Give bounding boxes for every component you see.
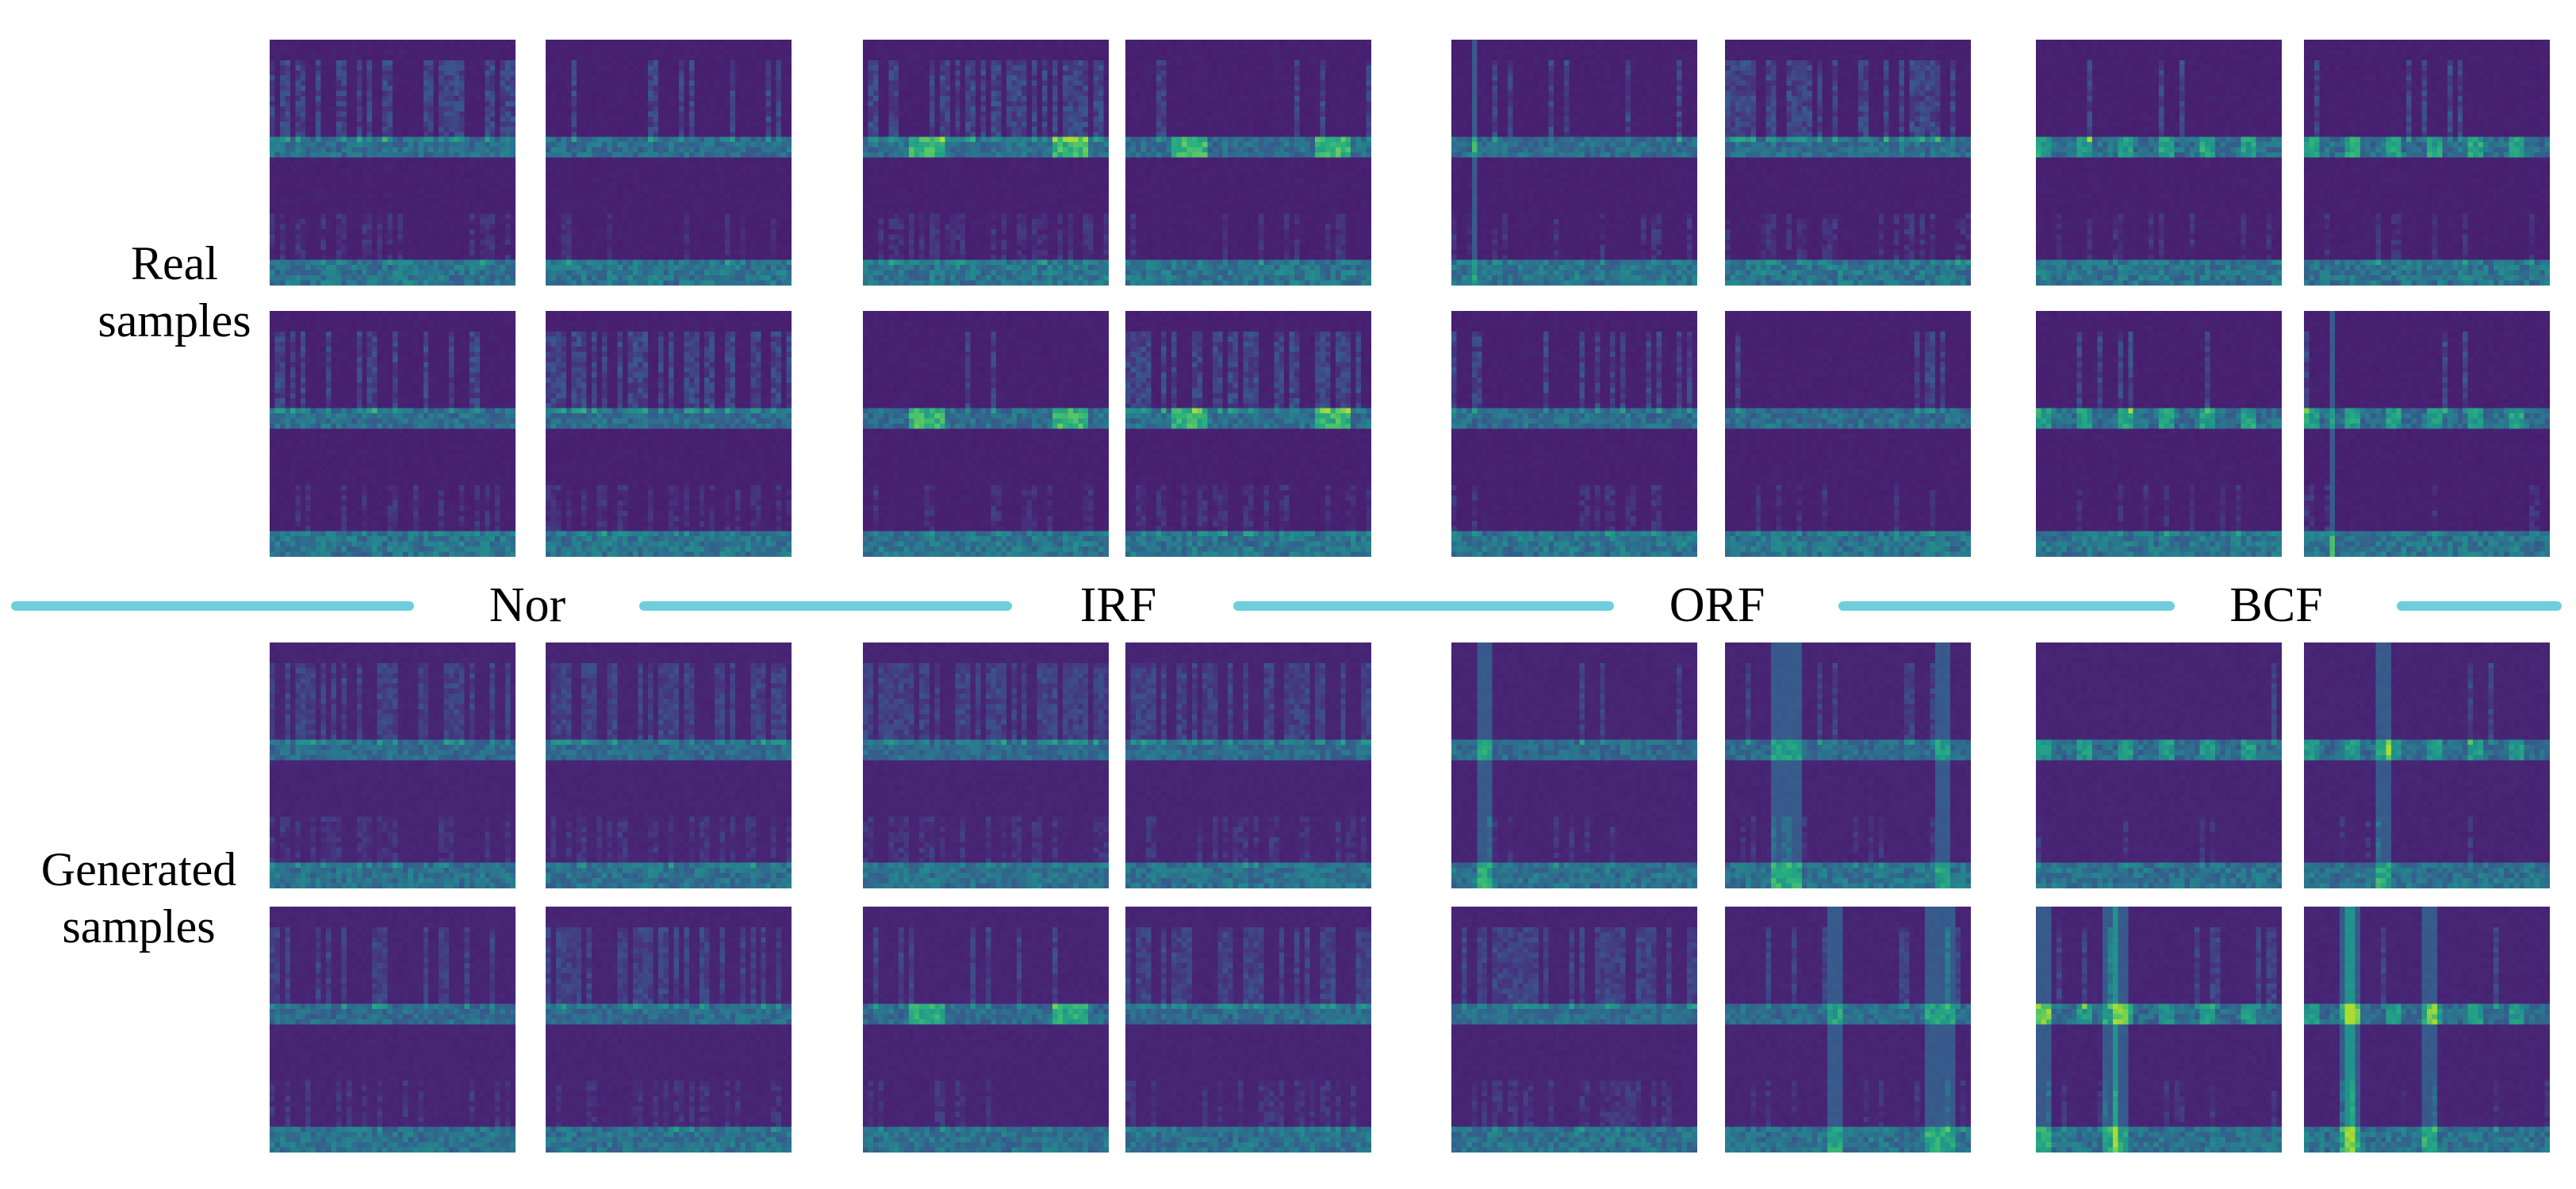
generated-irf-spectrogram-1 — [863, 642, 1109, 888]
spectrogram-image — [1725, 642, 1971, 888]
spectrogram-image — [863, 907, 1109, 1153]
generated-bcf-spectrogram-1 — [2036, 642, 2282, 888]
generated-samples-label-line1: Generated — [40, 843, 237, 896]
spectrogram-image — [270, 311, 516, 557]
real-nor-spectrogram-3 — [270, 311, 516, 557]
spectrogram-image — [1451, 311, 1697, 557]
real-orf-spectrogram-3 — [1451, 311, 1697, 557]
class-label-nor: Nor — [489, 578, 566, 632]
generated-orf-spectrogram-1 — [1451, 642, 1697, 888]
spectrogram-image — [863, 311, 1109, 557]
spectrogram-image — [546, 907, 792, 1153]
real-irf-spectrogram-3 — [863, 311, 1109, 557]
spectrogram-image — [546, 311, 792, 557]
spectrogram-image — [2304, 907, 2550, 1153]
spectrogram-image — [2036, 40, 2282, 286]
spectrogram-image — [1725, 311, 1971, 557]
spectrogram-image — [1451, 907, 1697, 1153]
real-orf-spectrogram-2 — [1725, 40, 1971, 286]
generated-orf-spectrogram-3 — [1451, 907, 1697, 1153]
class-label-irf: IRF — [1079, 578, 1157, 632]
real-samples-label: Real samples — [79, 235, 270, 349]
real-bcf-spectrogram-4 — [2304, 311, 2550, 557]
spectrogram-image — [2036, 907, 2282, 1153]
real-irf-spectrogram-4 — [1125, 311, 1371, 557]
spectrogram-image — [863, 40, 1109, 286]
generated-nor-spectrogram-2 — [546, 642, 792, 888]
generated-nor-spectrogram-4 — [546, 907, 792, 1153]
real-irf-spectrogram-1 — [863, 40, 1109, 286]
real-bcf-spectrogram-3 — [2036, 311, 2282, 557]
spectrogram-image — [2036, 311, 2282, 557]
generated-irf-spectrogram-2 — [1125, 642, 1371, 888]
divider-segment — [1233, 601, 1614, 611]
divider-segment — [1838, 601, 2175, 611]
generated-bcf-spectrogram-4 — [2304, 907, 2550, 1153]
spectrogram-image — [2304, 642, 2550, 888]
spectrogram-image — [1725, 40, 1971, 286]
spectrogram-image — [270, 642, 516, 888]
class-label-orf: ORF — [1669, 578, 1765, 632]
spectrogram-image — [863, 642, 1109, 888]
real-bcf-spectrogram-2 — [2304, 40, 2550, 286]
generated-nor-spectrogram-3 — [270, 907, 516, 1153]
generated-samples-label-line2: samples — [62, 900, 216, 953]
real-irf-spectrogram-2 — [1125, 40, 1371, 286]
spectrogram-image — [1451, 40, 1697, 286]
spectrogram-image — [1725, 907, 1971, 1153]
real-orf-spectrogram-4 — [1725, 311, 1971, 557]
real-nor-spectrogram-1 — [270, 40, 516, 286]
generated-samples-label: Generated samples — [8, 841, 270, 955]
divider-segment — [639, 601, 1012, 611]
real-bcf-spectrogram-1 — [2036, 40, 2282, 286]
real-samples-label-line2: samples — [98, 294, 251, 347]
spectrogram-image — [2304, 40, 2550, 286]
spectrogram-image — [546, 642, 792, 888]
real-samples-label-line1: Real — [131, 237, 218, 290]
spectrogram-image — [1125, 311, 1371, 557]
generated-orf-spectrogram-4 — [1725, 907, 1971, 1153]
spectrogram-image — [1125, 642, 1371, 888]
spectrogram-image — [270, 907, 516, 1153]
divider-segment — [2397, 601, 2562, 611]
generated-orf-spectrogram-2 — [1725, 642, 1971, 888]
spectrogram-image — [1451, 642, 1697, 888]
spectrogram-image — [546, 40, 792, 286]
generated-bcf-spectrogram-3 — [2036, 907, 2282, 1153]
real-orf-spectrogram-1 — [1451, 40, 1697, 286]
spectrogram-image — [2036, 642, 2282, 888]
divider-segment — [11, 601, 414, 611]
generated-bcf-spectrogram-2 — [2304, 642, 2550, 888]
spectrogram-image — [2304, 311, 2550, 557]
generated-irf-spectrogram-4 — [1125, 907, 1371, 1153]
generated-nor-spectrogram-1 — [270, 642, 516, 888]
real-nor-spectrogram-4 — [546, 311, 792, 557]
spectrogram-image — [270, 40, 516, 286]
generated-irf-spectrogram-3 — [863, 907, 1109, 1153]
real-nor-spectrogram-2 — [546, 40, 792, 286]
spectrogram-image — [1125, 40, 1371, 286]
spectrogram-image — [1125, 907, 1371, 1153]
class-label-bcf: BCF — [2229, 578, 2323, 632]
